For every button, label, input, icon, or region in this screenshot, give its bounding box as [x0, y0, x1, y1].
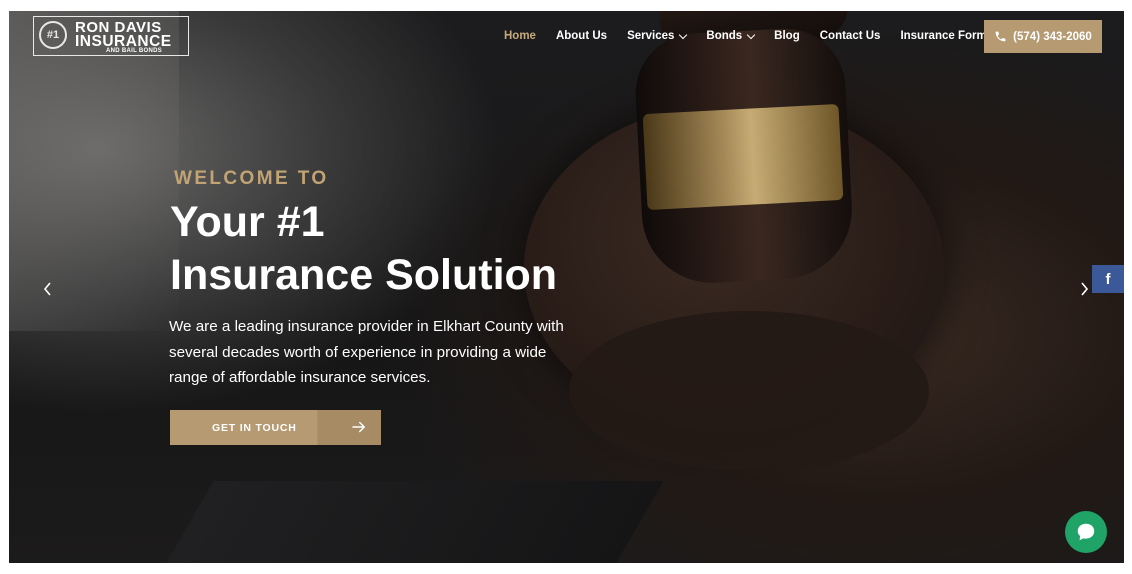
nav-insurance-form-label: Insurance Form — [900, 30, 987, 42]
phone-number: (574) 343-2060 — [1013, 30, 1092, 43]
cta-label: GET IN TOUCH — [212, 421, 297, 434]
nav-services[interactable]: Services — [627, 30, 688, 42]
nav-bonds[interactable]: Bonds — [706, 30, 756, 42]
hero-slider: #1 RON DAVIS INSURANCE AND BAIL BONDS Ho… — [9, 11, 1124, 563]
gavel-block-base — [569, 311, 929, 471]
logo-emblem: #1 — [39, 21, 67, 49]
phone-icon — [995, 31, 1006, 42]
nav-services-label: Services — [627, 30, 675, 42]
nav-blog-label: Blog — [774, 30, 800, 42]
site-logo[interactable]: #1 RON DAVIS INSURANCE AND BAIL BONDS — [33, 16, 189, 56]
nav-bonds-label: Bonds — [706, 30, 743, 42]
hero-headline-line2: Insurance Solution — [170, 251, 558, 299]
nav-blog[interactable]: Blog — [774, 30, 800, 42]
get-in-touch-button[interactable]: GET IN TOUCH — [170, 410, 381, 445]
nav-contact-us[interactable]: Contact Us — [820, 30, 881, 42]
nav-home[interactable]: Home — [504, 30, 536, 42]
foreground-shadow — [144, 481, 664, 563]
hero-description: We are a leading insurance provider in E… — [169, 318, 564, 386]
hero-eyebrow: WELCOME TO — [174, 168, 329, 189]
slider-prev-chevron-left-icon[interactable] — [42, 282, 54, 296]
chevron-down-icon — [679, 30, 688, 39]
nav-home-label: Home — [504, 30, 536, 42]
chat-widget-button[interactable] — [1065, 511, 1107, 553]
facebook-glyph: f — [1105, 270, 1111, 288]
slider-next-chevron-right-icon[interactable] — [1078, 282, 1090, 296]
hero-headline-line1: Your #1 — [170, 198, 325, 246]
logo-tagline: AND BAIL BONDS — [106, 48, 163, 54]
main-nav: Home About Us Services Bonds Blog Contac… — [504, 30, 1007, 42]
arrow-right-icon — [352, 421, 365, 433]
nav-insurance-form[interactable]: Insurance Form — [900, 30, 986, 42]
facebook-icon[interactable]: f — [1092, 265, 1124, 293]
nav-about-us[interactable]: About Us — [556, 30, 607, 42]
gavel-brass-band — [642, 103, 844, 211]
background-light — [9, 11, 179, 331]
chevron-down-icon — [746, 30, 756, 39]
nav-about-label: About Us — [555, 30, 608, 42]
nav-contact-label: Contact Us — [819, 30, 881, 42]
phone-button[interactable]: (574) 343-2060 — [984, 20, 1102, 53]
chat-icon — [1077, 523, 1095, 541]
